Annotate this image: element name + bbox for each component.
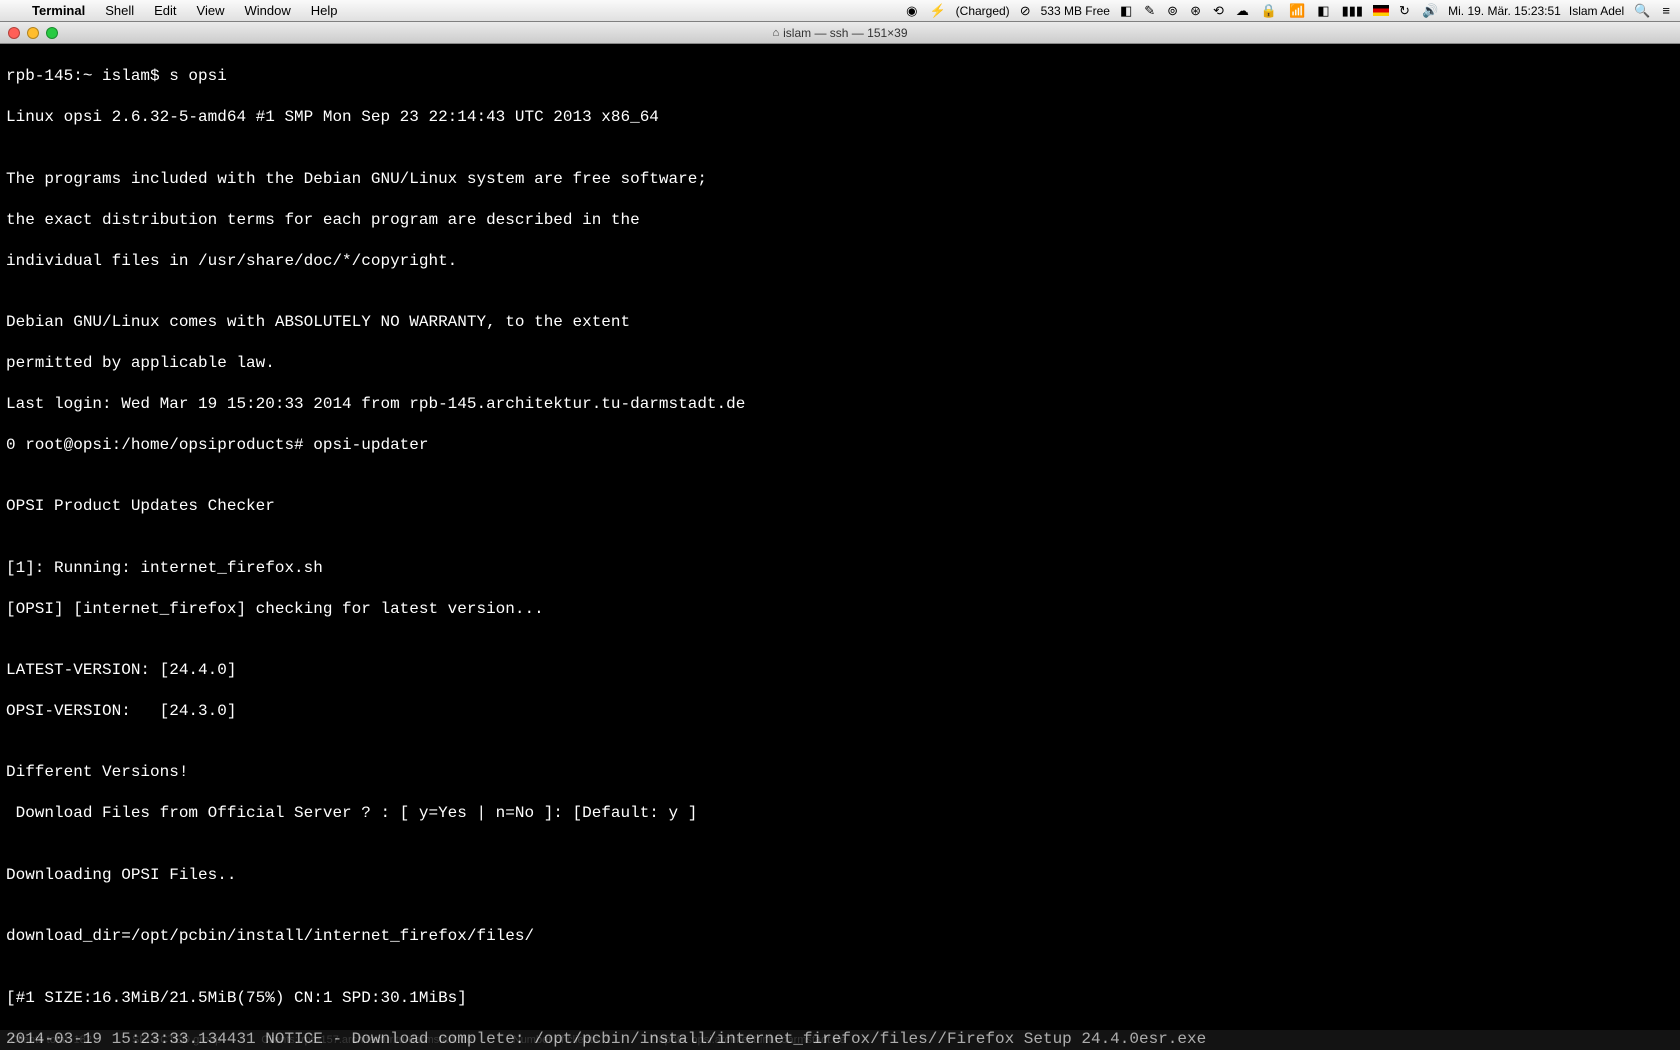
camera-icon[interactable]: ◧: [1118, 3, 1134, 19]
terminal-line: Downloading OPSI Files..: [6, 865, 1674, 885]
battery-lightning-icon[interactable]: ⚡: [927, 3, 947, 19]
circle2-icon[interactable]: ⊛: [1188, 3, 1203, 19]
circle1-icon[interactable]: ⊚: [1165, 3, 1180, 19]
clients-total: Clients total: 182: [10, 1034, 92, 1046]
selected-group: SELECTED group: [132, 1034, 221, 1046]
terminal-line: Different Versions!: [6, 762, 1674, 782]
terminal-line: download_dir=/opt/pcbin/install/internet…: [6, 926, 1674, 946]
battery-status[interactable]: (Charged): [956, 4, 1010, 18]
terminal-line: OPSI-VERSION: [24.3.0]: [6, 701, 1674, 721]
terminal-line: the exact distribution terms for each pr…: [6, 210, 1674, 230]
menubar-right: ◉ ⚡ (Charged) ⊘ 533 MB Free ◧ ✎ ⊚ ⊛ ⟲ ☁ …: [904, 3, 1672, 19]
evernote-icon[interactable]: ⟲: [1211, 3, 1226, 19]
close-button[interactable]: [8, 27, 20, 39]
terminal-line: Linux opsi 2.6.32-5-amd64 #1 SMP Mon Sep…: [6, 107, 1674, 127]
cloud-icon[interactable]: ☁: [1234, 3, 1251, 19]
spotlight-icon[interactable]: 🔍: [1632, 3, 1652, 19]
menubar-left: Terminal Shell Edit View Window Help: [8, 3, 348, 18]
drive-icon[interactable]: ⊘: [1018, 3, 1033, 19]
client-name: Clients: rpb-157.architektur.tu-darmstad…: [261, 1034, 473, 1046]
display-icon[interactable]: ◧: [1315, 3, 1331, 19]
window-title: ⌂ islam — ssh — 151×39: [772, 26, 907, 40]
terminal-line: permitted by applicable law.: [6, 353, 1674, 373]
sync-icon[interactable]: ◉: [904, 3, 919, 19]
terminal-line: rpb-145:~ islam$ s opsi: [6, 66, 1674, 86]
menu-window[interactable]: Window: [235, 3, 301, 18]
volume-icon[interactable]: 🔊: [1420, 3, 1440, 19]
terminal-line: Download Files from Official Server ? : …: [6, 803, 1674, 823]
zoom-button[interactable]: [46, 27, 58, 39]
pencil-icon[interactable]: ✎: [1142, 3, 1157, 19]
traffic-lights: [8, 27, 58, 39]
window-title-text: islam — ssh — 151×39: [783, 26, 907, 40]
menu-help[interactable]: Help: [301, 3, 348, 18]
clock-datetime[interactable]: Mi. 19. Mär. 15:23:51: [1448, 4, 1561, 18]
user-name[interactable]: Islam Adel: [1569, 4, 1624, 18]
battery-icon[interactable]: ▮▮▮: [1340, 3, 1365, 19]
terminal-line: [OPSI] [internet_firefox] checking for l…: [6, 599, 1674, 619]
client-count: Number of clients: 1: [513, 1034, 611, 1046]
memory-free[interactable]: 533 MB Free: [1041, 4, 1110, 18]
app-name-menu[interactable]: Terminal: [22, 3, 95, 18]
terminal-line: 0 root@opsi:/home/opsiproducts# opsi-upd…: [6, 435, 1674, 455]
terminal-line: individual files in /usr/share/doc/*/cop…: [6, 251, 1674, 271]
menu-edit[interactable]: Edit: [144, 3, 186, 18]
terminal-line: Debian GNU/Linux comes with ABSOLUTELY N…: [6, 312, 1674, 332]
home-icon: ⌂: [772, 27, 779, 39]
menu-view[interactable]: View: [187, 3, 235, 18]
terminal-line: [#1 SIZE:16.3MiB/21.5MiB(75%) CN:1 SPD:3…: [6, 988, 1674, 1008]
wifi-icon[interactable]: 📶: [1287, 3, 1307, 19]
lock-icon[interactable]: 🔒: [1259, 3, 1279, 19]
terminal-line: Last login: Wed Mar 19 15:20:33 2014 fro…: [6, 394, 1674, 414]
flag-de-icon[interactable]: [1373, 5, 1389, 16]
terminal-titlebar[interactable]: ⌂ islam — ssh — 151×39: [0, 22, 1680, 44]
terminal-line: LATEST-VERSION: [24.4.0]: [6, 660, 1674, 680]
menu-shell[interactable]: Shell: [95, 3, 144, 18]
timemachine-icon[interactable]: ↻: [1397, 3, 1412, 19]
terminal-line: The programs included with the Debian GN…: [6, 169, 1674, 189]
background-statusbar: Clients total: 182 SELECTED group Client…: [0, 1030, 1680, 1050]
terminal-content[interactable]: rpb-145:~ islam$ s opsi Linux opsi 2.6.3…: [0, 44, 1680, 1050]
notification-center-icon[interactable]: ≡: [1660, 3, 1672, 18]
terminal-line: [1]: Running: internet_firefox.sh: [6, 558, 1674, 578]
terminal-line: OPSI Product Updates Checker: [6, 496, 1674, 516]
minimize-button[interactable]: [27, 27, 39, 39]
mac-menubar: Terminal Shell Edit View Window Help ◉ ⚡…: [0, 0, 1680, 22]
depot-name: Depots: opsi.architektur.tu-darmstadt.de: [651, 1034, 846, 1046]
